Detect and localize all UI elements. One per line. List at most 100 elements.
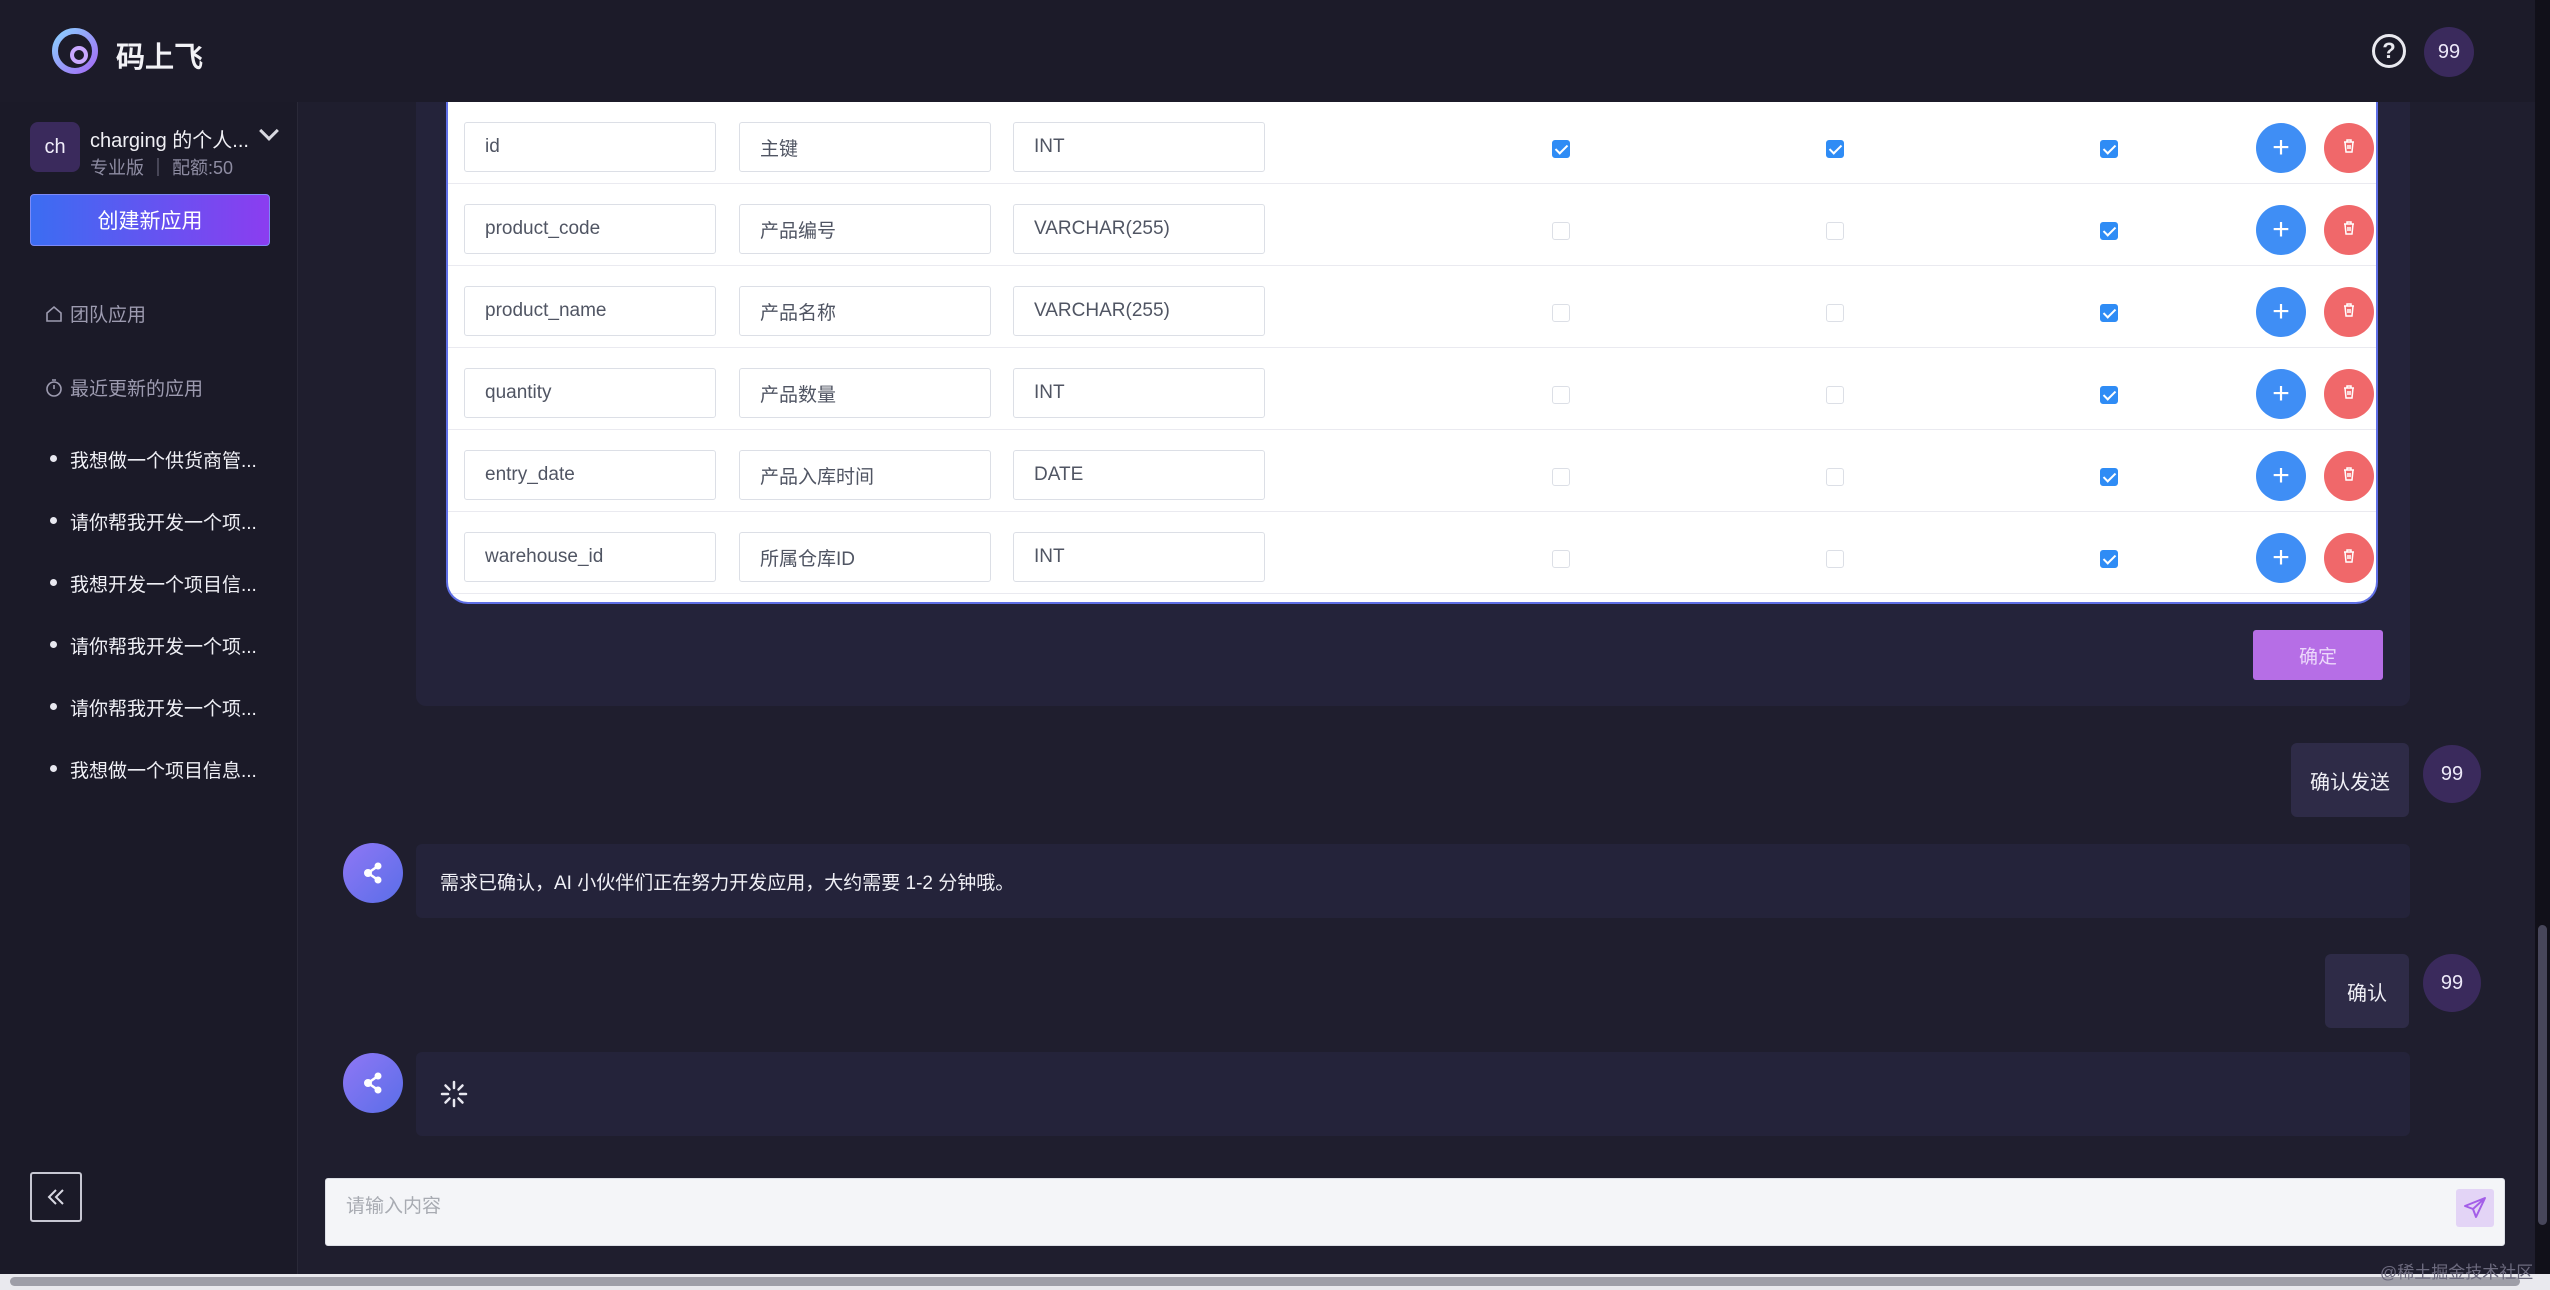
field-comment-input[interactable]: 产品数量 [739, 368, 991, 418]
field-name-input[interactable]: quantity [464, 368, 716, 418]
account-name[interactable]: charging 的个人... [90, 124, 249, 153]
account-avatar[interactable]: ch [30, 122, 80, 172]
watermark: @稀土掘金技术社区 [2380, 1263, 2534, 1282]
checkbox-primary-key[interactable] [1552, 550, 1570, 568]
checkbox-not-null[interactable] [2100, 140, 2118, 158]
user-message: 确认 [2325, 954, 2409, 1028]
table-row: warehouse_id 所属仓库ID INT + [448, 512, 2376, 594]
field-type-input[interactable]: INT [1013, 532, 1265, 582]
send-icon [2464, 1197, 2486, 1218]
sidebar-item-team-apps[interactable]: 团队应用 [44, 300, 146, 327]
list-item[interactable]: 我想做一个项目信息... [50, 738, 257, 800]
field-name-input[interactable]: id [464, 122, 716, 172]
loading-spinner-icon [440, 1080, 468, 1108]
table-row: quantity 产品数量 INT + [448, 348, 2376, 430]
sidebar: ch charging 的个人... 专业版 ｜ 配额:50 创建新应用 团队应… [0, 102, 298, 1274]
list-item[interactable]: 请你帮我开发一个项... [50, 614, 257, 676]
add-row-button[interactable]: + [2256, 533, 2306, 583]
plus-icon: + [2272, 295, 2290, 328]
send-button[interactable] [2456, 1189, 2494, 1227]
sidebar-item-label: 团队应用 [70, 305, 147, 326]
chevron-down-icon[interactable] [259, 121, 279, 141]
list-item[interactable]: 我想做一个供货商管... [50, 428, 257, 490]
checkbox-auto-increment[interactable] [1826, 468, 1844, 486]
checkbox-not-null[interactable] [2100, 386, 2118, 404]
list-item[interactable]: 我想开发一个项目信... [50, 552, 257, 614]
checkbox-primary-key[interactable] [1552, 304, 1570, 322]
field-type-input[interactable]: DATE [1013, 450, 1265, 500]
checkbox-primary-key[interactable] [1552, 386, 1570, 404]
field-name-input[interactable]: warehouse_id [464, 532, 716, 582]
field-name-input[interactable]: product_code [464, 204, 716, 254]
checkbox-auto-increment[interactable] [1826, 140, 1844, 158]
table-row: product_name 产品名称 VARCHAR(255) + [448, 266, 2376, 348]
checkbox-primary-key[interactable] [1552, 468, 1570, 486]
delete-row-button[interactable] [2324, 205, 2374, 255]
delete-row-button[interactable] [2324, 287, 2374, 337]
field-type-input[interactable]: VARCHAR(255) [1013, 286, 1265, 336]
checkbox-auto-increment[interactable] [1826, 304, 1844, 322]
list-item[interactable]: 请你帮我开发一个项... [50, 490, 257, 552]
plus-icon: + [2272, 541, 2290, 574]
top-bar: 码上飞 ? 99 [0, 0, 2535, 102]
trash-icon [2340, 137, 2358, 160]
checkbox-not-null[interactable] [2100, 222, 2118, 240]
plus-icon: + [2272, 459, 2290, 492]
checkbox-auto-increment[interactable] [1826, 222, 1844, 240]
add-row-button[interactable]: + [2256, 205, 2306, 255]
collapse-sidebar-button[interactable] [30, 1172, 82, 1222]
recent-apps-list: 我想做一个供货商管... 请你帮我开发一个项... 我想开发一个项目信... 请… [50, 428, 257, 800]
field-comment-input[interactable]: 产品名称 [739, 286, 991, 336]
brand-name: 码上飞 [116, 42, 204, 74]
user-avatar: 99 [2423, 745, 2481, 803]
list-item[interactable]: 请你帮我开发一个项... [50, 676, 257, 738]
field-comment-input[interactable]: 主键 [739, 122, 991, 172]
checkbox-auto-increment[interactable] [1826, 386, 1844, 404]
delete-row-button[interactable] [2324, 451, 2374, 501]
horizontal-scroll-thumb[interactable] [10, 1277, 2520, 1286]
timer-icon [46, 378, 62, 397]
checkbox-not-null[interactable] [2100, 468, 2118, 486]
add-row-button[interactable]: + [2256, 369, 2306, 419]
field-type-input[interactable]: INT [1013, 368, 1265, 418]
bot-logo-icon [364, 862, 382, 884]
app-logo-icon [52, 28, 98, 74]
delete-row-button[interactable] [2324, 533, 2374, 583]
checkbox-not-null[interactable] [2100, 304, 2118, 322]
checkbox-primary-key[interactable] [1552, 222, 1570, 240]
field-name-input[interactable]: entry_date [464, 450, 716, 500]
bot-message-loading [416, 1052, 2410, 1136]
create-app-button[interactable]: 创建新应用 [30, 194, 270, 246]
field-name-input[interactable]: product_name [464, 286, 716, 336]
field-comment-input[interactable]: 产品入库时间 [739, 450, 991, 500]
field-type-input[interactable]: INT [1013, 122, 1265, 172]
help-icon[interactable]: ? [2372, 34, 2406, 68]
add-row-button[interactable]: + [2256, 287, 2306, 337]
user-message: 确认发送 [2291, 743, 2409, 817]
delete-row-button[interactable] [2324, 123, 2374, 173]
field-type-input[interactable]: VARCHAR(255) [1013, 204, 1265, 254]
delete-row-button[interactable] [2324, 369, 2374, 419]
plus-icon: + [2272, 213, 2290, 246]
main-area: id 主键 INT + product_code 产品编号 VARCHAR(255) + pro… [298, 102, 2535, 1274]
vertical-scroll-thumb[interactable] [2538, 925, 2547, 1225]
field-comment-input[interactable]: 所属仓库ID [739, 532, 991, 582]
add-row-button[interactable]: + [2256, 451, 2306, 501]
add-row-button[interactable]: + [2256, 123, 2306, 173]
confirm-button[interactable]: 确定 [2253, 630, 2383, 680]
message-composer [325, 1178, 2505, 1246]
plus-icon: + [2272, 131, 2290, 164]
sidebar-recent-label: 最近更新的应用 [70, 379, 204, 400]
table-row: product_code 产品编号 VARCHAR(255) + [448, 184, 2376, 266]
checkbox-not-null[interactable] [2100, 550, 2118, 568]
trash-icon [2340, 465, 2358, 488]
checkbox-auto-increment[interactable] [1826, 550, 1844, 568]
account-plan: 专业版 ｜ 配额:50 [90, 158, 234, 178]
table-row: entry_date 产品入库时间 DATE + [448, 430, 2376, 512]
sidebar-recent-title: 最近更新的应用 [44, 374, 203, 401]
user-avatar[interactable]: 99 [2424, 27, 2474, 77]
checkbox-primary-key[interactable] [1552, 140, 1570, 158]
message-input[interactable] [326, 1179, 2504, 1245]
field-comment-input[interactable]: 产品编号 [739, 204, 991, 254]
double-chevron-left-icon [47, 1189, 64, 1205]
